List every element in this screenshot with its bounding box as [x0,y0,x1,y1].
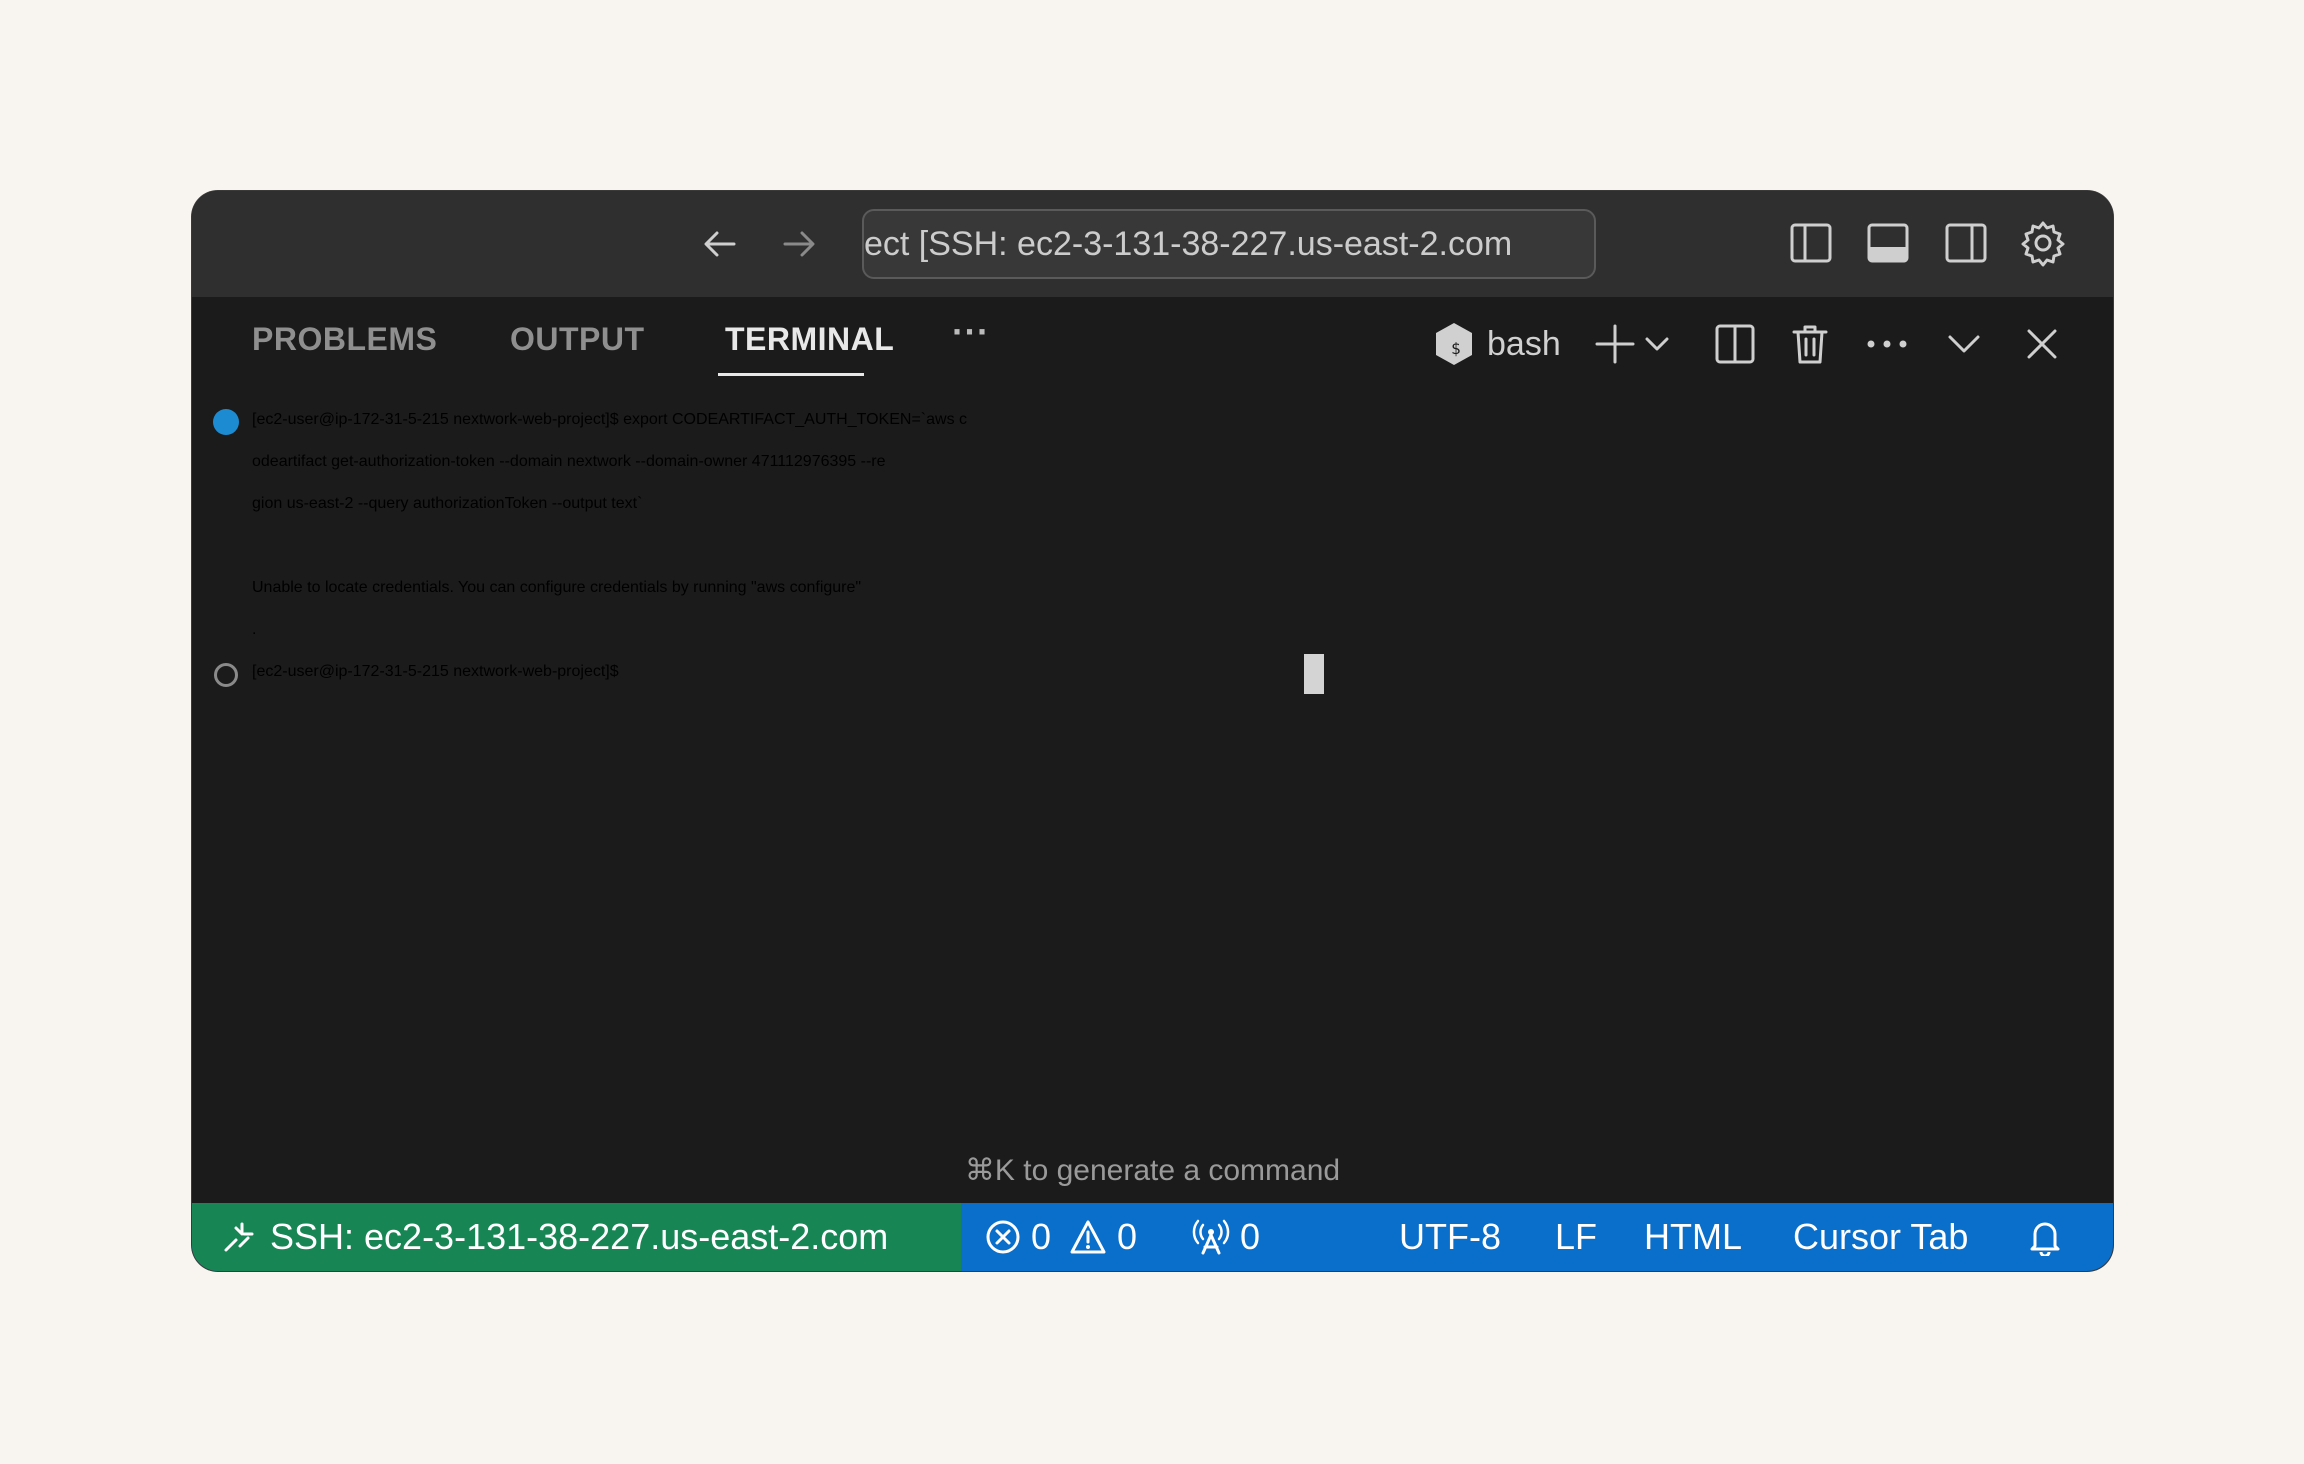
problems-status[interactable]: 0 0 [985,1203,1137,1271]
ports-status[interactable]: 0 [1192,1203,1260,1271]
maximize-panel-chevron-icon[interactable] [1942,319,1986,369]
back-arrow-icon[interactable] [697,221,743,267]
terminal-shell-selector[interactable]: bash [1487,319,1561,369]
command-success-decoration[interactable] [213,409,239,435]
tab-terminal[interactable]: TERMINAL [725,321,894,358]
language-label: HTML [1644,1216,1742,1257]
more-actions-ellipsis-icon[interactable] [1862,319,1912,369]
terminal-line: . [252,621,257,638]
more-tabs-button[interactable]: ··· [952,311,989,353]
split-terminal-icon[interactable] [1711,319,1759,369]
panel-header: PROBLEMS OUTPUT TERMINAL ··· $ bash [192,297,2113,379]
cursor-tab-label: Cursor Tab [1793,1216,1969,1257]
forward-arrow-icon[interactable] [776,221,822,267]
toggle-panel-icon[interactable] [1863,218,1913,268]
terminal-line: odeartifact get-authorization-token --do… [252,453,886,470]
cursor-tab-status[interactable]: Cursor Tab [1793,1203,1968,1271]
tab-output[interactable]: OUTPUT [510,321,645,358]
status-bar: SSH: ec2-3-131-38-227.us-east-2.com 0 0 … [192,1203,2113,1271]
new-terminal-plus-icon[interactable] [1592,319,1638,369]
svg-text:$: $ [1451,339,1461,358]
remote-connection-icon [222,1220,256,1254]
error-circle-icon [985,1219,1021,1255]
shell-name-label: bash [1487,324,1561,363]
launch-profile-chevron-down-icon[interactable] [1642,319,1672,369]
terminal-prompt-line: [ec2-user@ip-172-31-5-215 nextwork-web-p… [252,663,624,680]
settings-gear-icon[interactable] [2018,218,2068,268]
eol-label: LF [1555,1216,1598,1257]
warning-count: 0 [1117,1216,1138,1257]
error-count: 0 [1031,1216,1052,1257]
tab-problems[interactable]: PROBLEMS [252,321,437,358]
encoding-label: UTF-8 [1399,1216,1501,1257]
close-panel-icon[interactable] [2020,319,2064,369]
title-bar: ect [SSH: ec2-3-131-38-227.us-east-2.com [192,191,2113,297]
command-pending-decoration[interactable] [214,663,238,687]
toggle-primary-sidebar-icon[interactable] [1786,218,1836,268]
command-center-search[interactable]: ect [SSH: ec2-3-131-38-227.us-east-2.com [862,209,1596,279]
terminal-line: [ec2-user@ip-172-31-5-215 nextwork-web-p… [252,411,968,428]
remote-indicator[interactable]: SSH: ec2-3-131-38-227.us-east-2.com [192,1203,961,1271]
trash-icon[interactable] [1788,319,1832,369]
editor-window: ect [SSH: ec2-3-131-38-227.us-east-2.com… [192,191,2113,1271]
bash-shell-icon: $ [1429,319,1479,369]
eol-status[interactable]: LF [1555,1203,1597,1271]
language-mode-status[interactable]: HTML [1644,1203,1742,1271]
remote-host-label: SSH: ec2-3-131-38-227.us-east-2.com [270,1216,889,1257]
command-center-text: ect [SSH: ec2-3-131-38-227.us-east-2.com [864,225,1513,263]
terminal-cursor [1304,654,1324,694]
active-tab-indicator [718,373,864,376]
broadcast-antenna-icon [1192,1218,1230,1256]
encoding-status[interactable]: UTF-8 [1399,1203,1501,1271]
terminal-line: gion us-east-2 --query authorizationToke… [252,495,643,512]
terminal-line: Unable to locate credentials. You can co… [252,579,862,596]
toggle-secondary-sidebar-icon[interactable] [1941,218,1991,268]
generate-command-hint: ⌘K to generate a command [964,1154,1341,1187]
notifications-bell-icon[interactable] [2027,1203,2063,1271]
ports-count: 0 [1240,1216,1261,1257]
warning-triangle-icon [1069,1219,1107,1255]
